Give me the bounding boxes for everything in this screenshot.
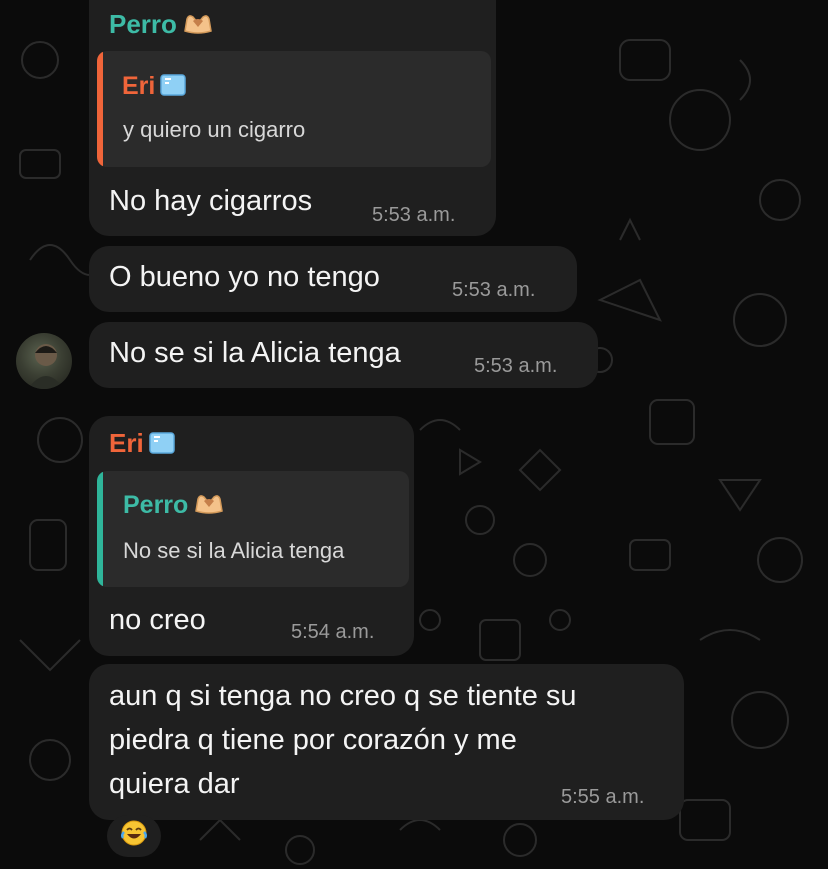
- quote-bar: [97, 51, 103, 167]
- quoted-text: y quiero un cigarro: [123, 117, 306, 142]
- message-line: quiera dar: [109, 768, 240, 800]
- quote-bar: [97, 471, 103, 587]
- message-text: no creo: [109, 604, 206, 636]
- quoted-sender-perro: Perro: [123, 491, 226, 522]
- quoted-sender-eri: Eri: [122, 71, 187, 104]
- contact-avatar[interactable]: [16, 333, 72, 389]
- ice-cube-icon: [148, 429, 176, 462]
- message-text: No hay cigarros: [109, 185, 313, 217]
- message-time: 5:53 a.m.: [474, 355, 558, 377]
- message-time: 5:53 a.m.: [452, 279, 536, 301]
- message-bubble[interactable]: No se si la Alicia tenga 5:53 a.m.: [89, 322, 598, 388]
- heart-hands-icon: [192, 491, 226, 522]
- quoted-text: No se si la Alicia tenga: [123, 538, 345, 563]
- message-bubble-perro-reply[interactable]: Perro Eri y quiero un cigarro No hay cig…: [89, 0, 496, 236]
- reaction-badge[interactable]: [107, 815, 161, 857]
- sender-name-perro: Perro: [109, 9, 215, 42]
- quoted-message[interactable]: Perro No se si la Alicia tenga: [97, 471, 409, 587]
- message-time: 5:55 a.m.: [561, 786, 645, 808]
- message-time: 5:54 a.m.: [291, 621, 375, 643]
- laughing-tears-emoji-icon: [120, 819, 148, 854]
- message-bubble[interactable]: aun q si tenga no creo q se tiente su pi…: [89, 664, 684, 820]
- sender-name-eri: Eri: [109, 428, 176, 462]
- heart-hands-icon: [181, 11, 215, 42]
- message-text: O bueno yo no tengo: [109, 261, 380, 293]
- message-bubble-eri-reply[interactable]: Eri Perro No se si la Alicia tenga no cr…: [89, 416, 414, 656]
- message-line: aun q si tenga no creo q se tiente su: [109, 680, 577, 712]
- message-bubble[interactable]: O bueno yo no tengo 5:53 a.m.: [89, 246, 577, 312]
- quoted-message[interactable]: Eri y quiero un cigarro: [97, 51, 491, 167]
- message-text: No se si la Alicia tenga: [109, 337, 401, 369]
- message-line: piedra q tiene por corazón y me: [109, 724, 517, 756]
- ice-cube-icon: [159, 71, 187, 104]
- message-time: 5:53 a.m.: [372, 204, 456, 226]
